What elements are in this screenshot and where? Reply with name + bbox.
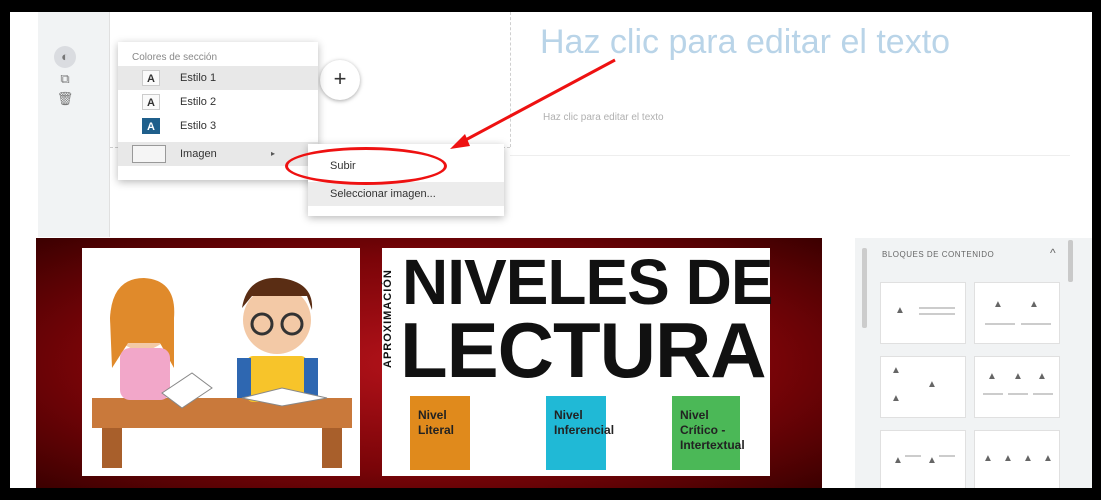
image-icon: ▲: [1003, 453, 1013, 464]
image-icon: ▲: [895, 305, 905, 316]
poster-title-line1: NIVELES DE: [402, 246, 774, 318]
image-icon: ▲: [987, 371, 997, 382]
text-line: [983, 393, 1003, 395]
image-icon: ▲: [983, 453, 993, 464]
text-line: [1033, 393, 1053, 395]
text-line: [939, 455, 955, 457]
image-icon: ▲: [927, 379, 937, 390]
niveles-lectura-banner: APROXIMACIÓN NIVELES DE LECTURA Nivel Li…: [36, 238, 822, 488]
editor-section: ◐ ⧉ 🗑 + Haz clic para editar el texto Ha…: [10, 12, 1092, 237]
content-blocks-panel: BLOQUES DE CONTENIDO ^ ▲ ▲ ▲ ▲ ▲ ▲ ▲ ▲ ▲: [870, 238, 1092, 488]
collapse-icon[interactable]: ^: [1050, 246, 1056, 260]
aproximacion-label: APROXIMACIÓN: [382, 269, 394, 368]
illustration-image: [92, 277, 352, 468]
content-block-6[interactable]: ▲ ▲ ▲ ▲: [974, 430, 1060, 488]
panel-scrollbar[interactable]: [1068, 240, 1073, 282]
image-icon: ▲: [893, 455, 903, 466]
image-icon: ▲: [1029, 299, 1039, 310]
content-block-2[interactable]: ▲ ▲: [974, 282, 1060, 344]
content-blocks-title: BLOQUES DE CONTENIDO: [882, 250, 995, 259]
content-block-3[interactable]: ▲ ▲ ▲: [880, 356, 966, 418]
screenshot-frame: ◐ ⧉ 🗑 + Haz clic para editar el texto Ha…: [10, 12, 1092, 488]
content-block-4[interactable]: ▲ ▲ ▲: [974, 356, 1060, 418]
tag-nivel-inferencial: Nivel Inferencial: [546, 396, 614, 470]
image-icon: ▲: [993, 299, 1003, 310]
content-block-5[interactable]: ▲ ▲: [880, 430, 966, 488]
image-icon: ▲: [1037, 371, 1047, 382]
text-line: [919, 313, 955, 315]
text-line: [1008, 393, 1028, 395]
text-line: [905, 455, 921, 457]
image-icon: ▲: [891, 365, 901, 376]
image-icon: ▲: [1023, 453, 1033, 464]
canvas-scrollbar[interactable]: [862, 248, 867, 328]
image-icon: ▲: [1013, 371, 1023, 382]
title-poster: APROXIMACIÓN NIVELES DE LECTURA Nivel Li…: [382, 246, 774, 476]
poster-title-line2: LECTURA: [400, 306, 767, 394]
image-icon: ▲: [1043, 453, 1053, 464]
image-icon: ▲: [927, 455, 937, 466]
text-line: [985, 323, 1015, 325]
children-reading-illustration: [82, 248, 360, 476]
text-line: [1021, 323, 1051, 325]
tag-nivel-literal: Nivel Literal: [410, 396, 470, 470]
red-arrow-annotation: [450, 58, 616, 149]
image-icon: ▲: [891, 393, 901, 404]
content-block-1[interactable]: ▲: [880, 282, 966, 344]
text-line: [919, 307, 955, 309]
tag-nivel-critico: Nivel Crítico - Intertextual: [672, 396, 745, 470]
